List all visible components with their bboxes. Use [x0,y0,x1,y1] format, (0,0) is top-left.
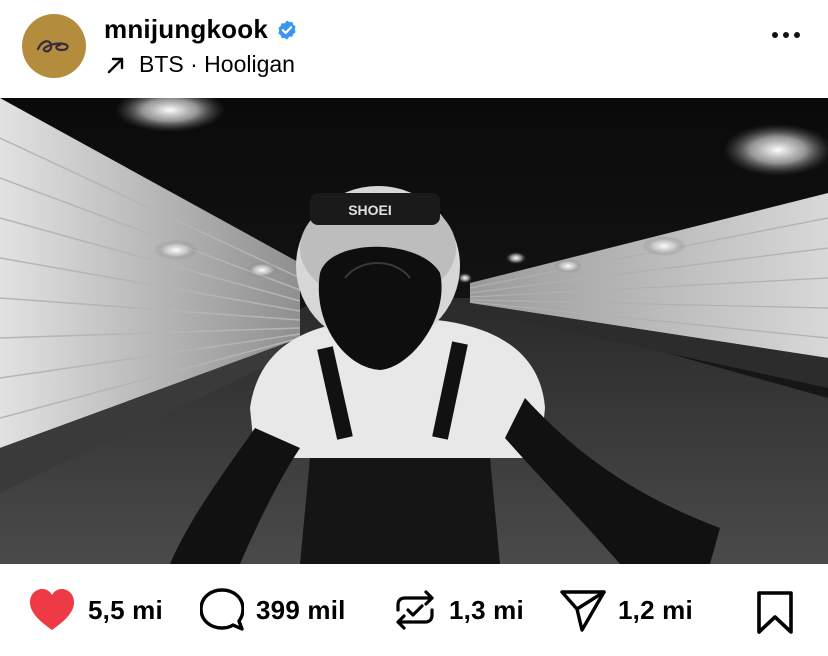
username[interactable]: mnijungkook [104,14,268,45]
more-options-icon[interactable] [772,32,800,38]
like-count: 5,5 mi [88,594,163,625]
audio-track-link[interactable]: BTS · Hooligan [106,51,295,78]
comment-count: 399 mil [256,594,346,625]
repost-button[interactable]: 1,3 mi [393,588,524,632]
share-count: 1,2 mi [618,594,693,625]
comment-bubble-icon [200,588,244,631]
share-button[interactable]: 1,2 mi [560,588,693,632]
send-icon [560,590,606,632]
save-button[interactable] [756,591,794,640]
signature-logo-icon [36,40,69,53]
trending-arrow-icon [107,57,124,73]
post-header: mnijungkook BTS · Hooligan [0,0,828,98]
action-bar: 5,5 mi 399 mil 1,3 mi 1,2 mi [0,564,828,656]
audio-track-label: BTS · Hooligan [139,51,295,77]
post-video[interactable]: SHOEI [0,98,828,564]
repost-count: 1,3 mi [449,594,524,625]
heart-icon [30,589,74,630]
svg-text:SHOEI: SHOEI [348,202,392,218]
bookmark-icon [757,591,793,634]
comment-button[interactable]: 399 mil [200,588,346,632]
repost-icon [396,590,434,630]
profile-avatar[interactable] [22,14,86,78]
like-button[interactable]: 5,5 mi [28,588,163,632]
video-frame: SHOEI [0,98,828,564]
verified-badge-icon [278,19,296,40]
